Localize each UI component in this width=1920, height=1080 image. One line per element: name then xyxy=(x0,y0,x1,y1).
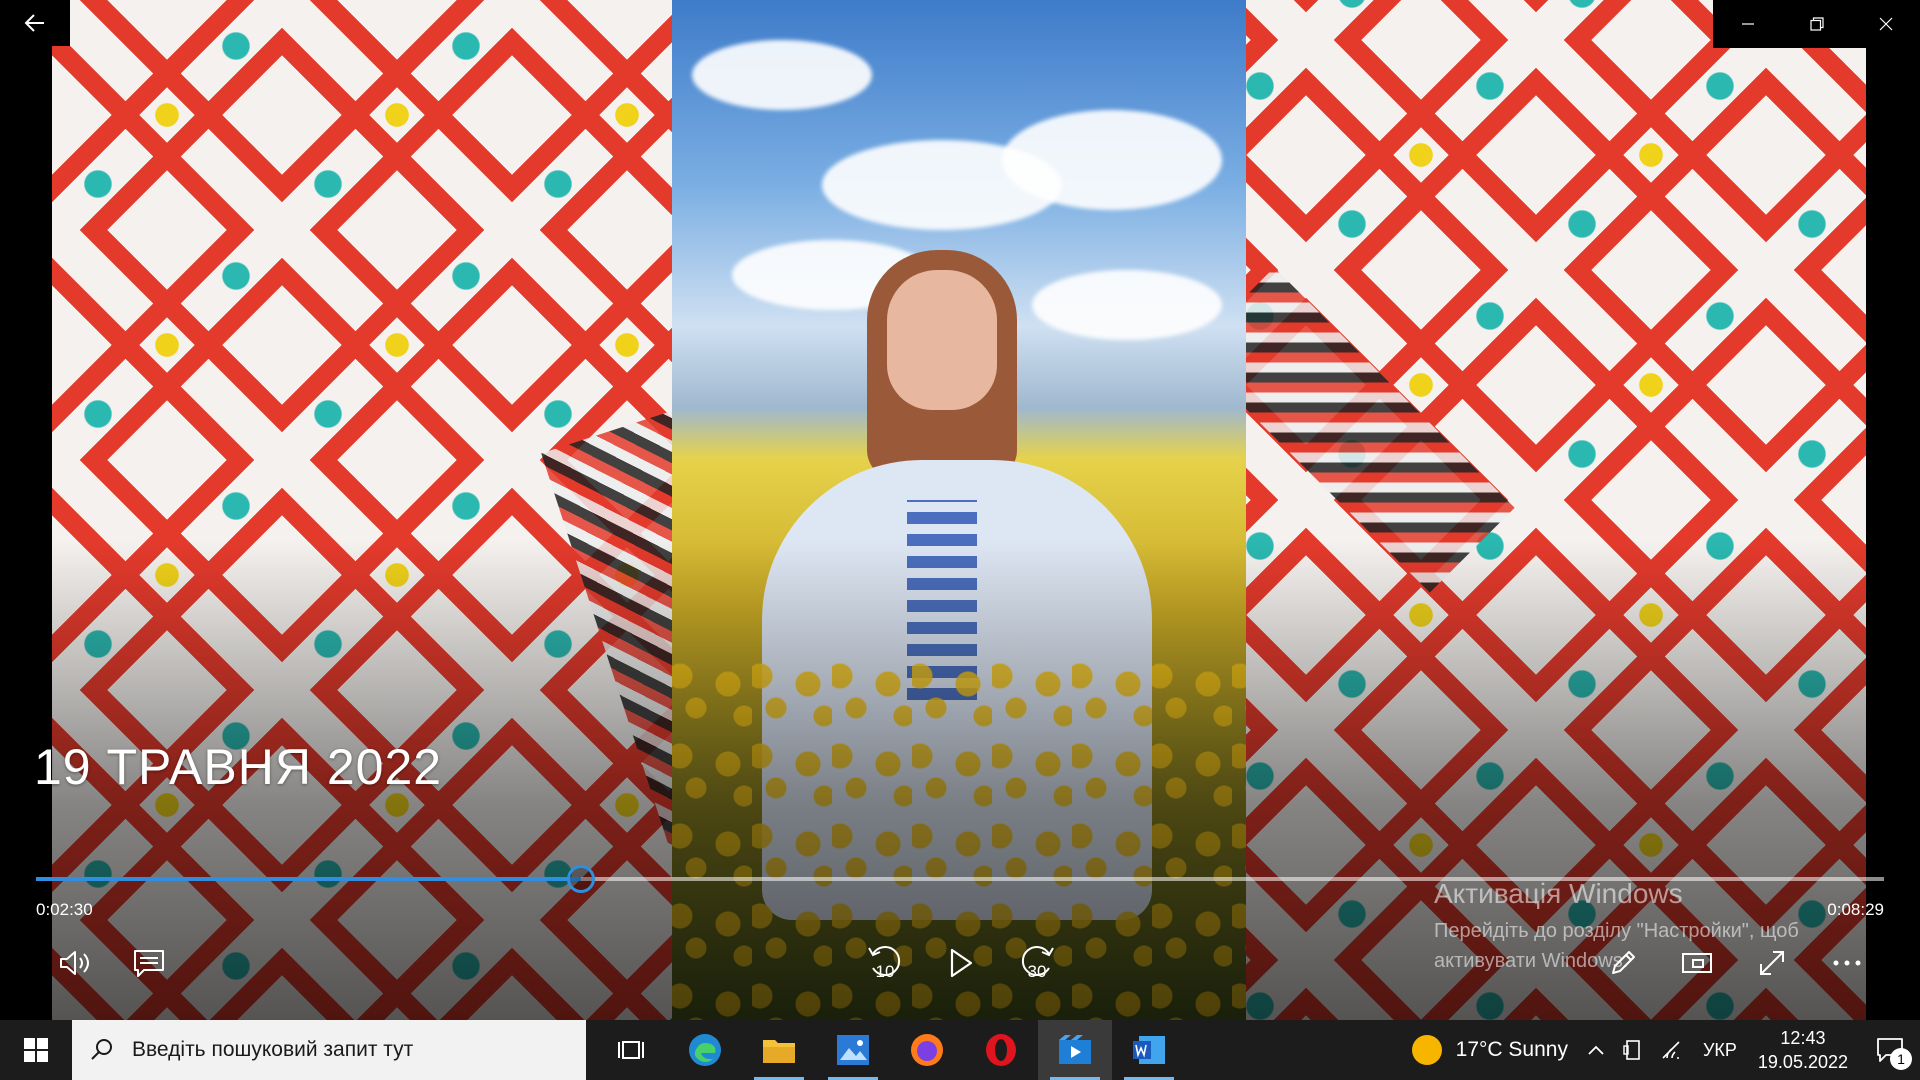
network-button[interactable] xyxy=(1652,1020,1694,1080)
taskbar: Введіть пошуковий запит тут 17°C Sunny У… xyxy=(0,1020,1920,1080)
fullscreen-button[interactable] xyxy=(1749,940,1795,986)
action-center-button[interactable]: 1 xyxy=(1860,1020,1920,1080)
fullscreen-icon xyxy=(1760,951,1784,975)
restore-icon xyxy=(1809,17,1824,31)
taskbar-word[interactable] xyxy=(1112,1020,1186,1080)
folder-icon xyxy=(763,1040,795,1063)
activation-title: Активація Windows xyxy=(1434,878,1683,909)
show-hidden-icons-button[interactable] xyxy=(1578,1020,1614,1080)
mini-view-button[interactable] xyxy=(1674,940,1720,986)
tray-device-button[interactable] xyxy=(1614,1020,1652,1080)
more-options-button[interactable] xyxy=(1824,940,1870,986)
subtitles-button[interactable] xyxy=(126,940,172,986)
person-face xyxy=(887,270,997,410)
weather-widget[interactable]: 17°C Sunny xyxy=(1402,1020,1578,1080)
movies-tv-icon xyxy=(1059,1035,1091,1064)
cloud xyxy=(692,40,872,110)
task-view-button[interactable] xyxy=(594,1020,668,1080)
task-view-icon xyxy=(618,1041,644,1059)
sun-icon xyxy=(1411,1035,1442,1065)
taskbar-search-box[interactable]: Введіть пошуковий запит тут xyxy=(72,1020,586,1080)
taskbar-edge[interactable] xyxy=(668,1020,742,1080)
system-tray: УКР 12:43 19.05.2022 1 xyxy=(1578,1020,1920,1080)
skip-back-seconds: 10 xyxy=(875,962,895,981)
pencil-icon xyxy=(1612,951,1635,974)
skip-forward-button[interactable]: 30 xyxy=(1014,940,1060,986)
back-arrow-icon xyxy=(24,14,44,32)
close-icon xyxy=(1879,17,1892,31)
cloud xyxy=(1002,110,1222,210)
skip-back-button[interactable]: 10 xyxy=(862,940,908,986)
weather-text: 17°C Sunny xyxy=(1455,1038,1568,1061)
edit-button[interactable] xyxy=(1600,940,1646,986)
cloud xyxy=(1032,270,1222,340)
seek-bar-progress xyxy=(36,877,582,881)
seek-bar-thumb[interactable] xyxy=(567,865,596,893)
total-time: 0:08:29 xyxy=(1827,900,1884,919)
wifi-icon xyxy=(1662,1041,1680,1059)
window-controls xyxy=(1713,0,1920,48)
taskbar-photos[interactable] xyxy=(816,1020,890,1080)
volume-button[interactable] xyxy=(52,940,98,986)
search-icon xyxy=(91,1039,112,1060)
taskbar-clock[interactable]: 12:43 19.05.2022 xyxy=(1746,1026,1860,1074)
back-button[interactable] xyxy=(0,0,70,46)
minimize-button[interactable] xyxy=(1713,0,1782,48)
taskbar-firefox[interactable] xyxy=(890,1020,964,1080)
opera-icon xyxy=(986,1034,1016,1066)
windows-logo-icon xyxy=(24,1038,48,1062)
subtitles-icon xyxy=(134,950,164,977)
taskbar-movies-tv[interactable] xyxy=(1038,1020,1112,1080)
minimize-icon xyxy=(1741,23,1754,25)
chevron-up-icon xyxy=(1588,1045,1604,1055)
clock-date: 19.05.2022 xyxy=(1757,1052,1848,1072)
play-button[interactable] xyxy=(938,940,984,986)
search-placeholder: Введіть пошуковий запит тут xyxy=(132,1038,414,1061)
current-time: 0:02:30 xyxy=(36,900,93,919)
tablet-device-icon xyxy=(1623,1040,1640,1060)
mini-view-icon xyxy=(1682,953,1712,973)
photos-icon xyxy=(837,1035,869,1065)
video-area[interactable] xyxy=(0,0,1920,1020)
firefox-icon xyxy=(911,1034,943,1066)
taskbar-opera[interactable] xyxy=(964,1020,1038,1080)
close-button[interactable] xyxy=(1851,0,1920,48)
notification-count-badge: 1 xyxy=(1890,1048,1912,1070)
video-title: 19 ТРАВНЯ 2022 xyxy=(34,739,443,795)
play-icon xyxy=(950,948,973,978)
skip-forward-seconds: 30 xyxy=(1027,962,1047,981)
restore-button[interactable] xyxy=(1782,0,1851,48)
volume-icon xyxy=(60,951,89,975)
taskbar-file-explorer[interactable] xyxy=(742,1020,816,1080)
word-icon xyxy=(1133,1036,1165,1064)
clock-time: 12:43 xyxy=(1780,1028,1826,1048)
start-button[interactable] xyxy=(0,1020,72,1080)
more-dots-icon xyxy=(1833,960,1861,966)
language-indicator[interactable]: УКР xyxy=(1694,1020,1746,1080)
edge-browser-icon xyxy=(689,1034,721,1066)
